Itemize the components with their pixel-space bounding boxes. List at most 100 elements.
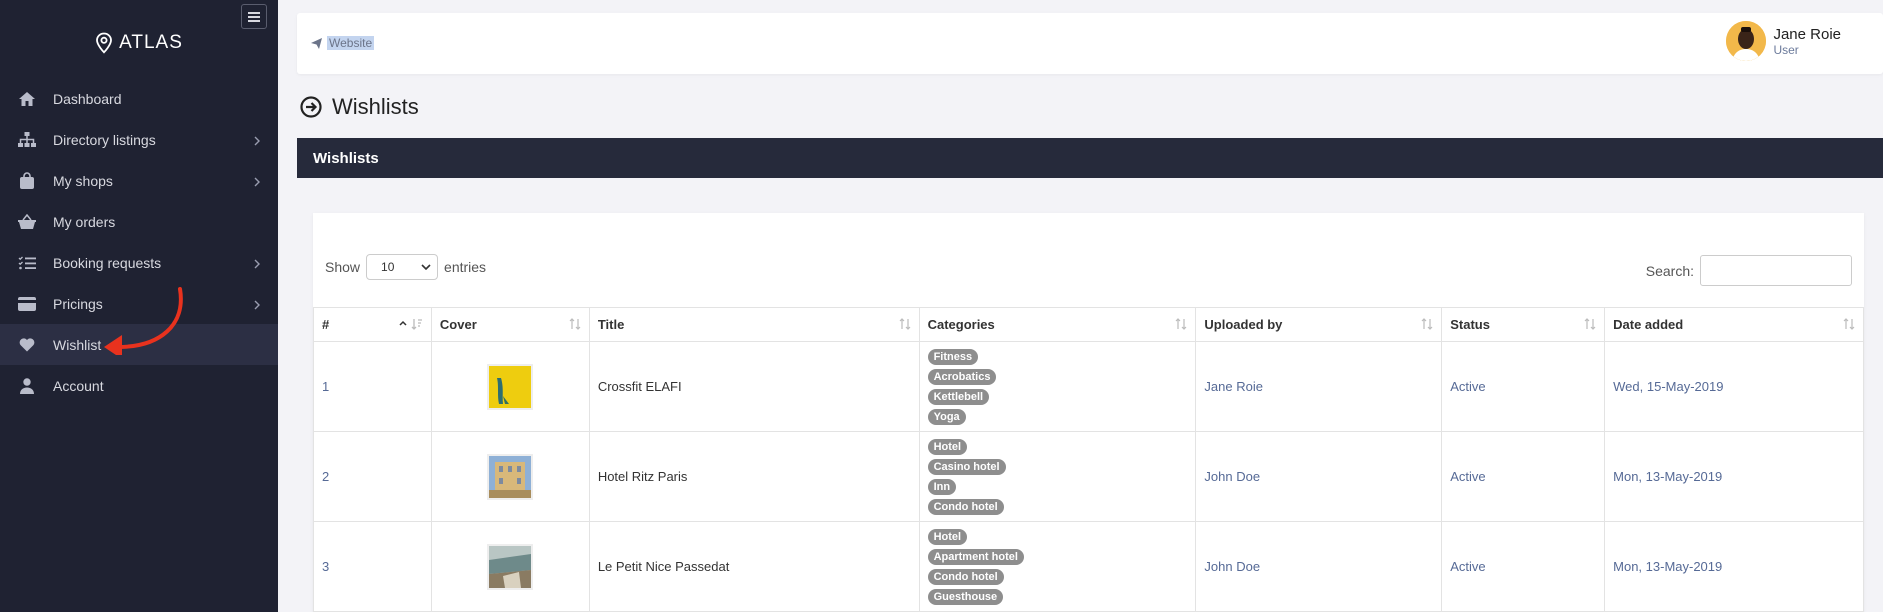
home-icon (17, 89, 37, 109)
list-check-icon (17, 253, 37, 273)
cover-cell (430, 521, 590, 612)
uploaded-by-cell: John Doe (1195, 431, 1443, 522)
sitemap-icon (17, 130, 37, 150)
sort-icon (1421, 318, 1433, 333)
category-badge: Inn (927, 478, 957, 495)
card-header: Wishlists (297, 138, 1883, 178)
sidebar-item-label: Directory listings (53, 131, 156, 148)
chevron-right-icon (254, 133, 260, 149)
category-badge: Casino hotel (927, 458, 1006, 475)
page-title: Wishlists (300, 94, 419, 120)
sidebar-nav: Dashboard Directory listings My shops My… (0, 78, 278, 406)
entries-value: 10 (381, 260, 395, 274)
category-badge: Hotel (927, 528, 968, 545)
title-cell[interactable]: Hotel Ritz Paris (588, 431, 920, 522)
category-badge: Condo hotel (927, 498, 1004, 515)
uploaded-by-cell: John Doe (1195, 521, 1443, 612)
column-header-num[interactable]: # (313, 307, 432, 342)
chevron-down-icon (421, 264, 431, 270)
search-input[interactable] (1700, 255, 1852, 286)
category-badge: Condo hotel (927, 568, 1004, 585)
categories-cell: Hotel Casino hotel Inn Condo hotel (918, 431, 1197, 522)
cover-cell (430, 431, 590, 522)
title-cell[interactable]: Crossfit ELAFI (588, 341, 920, 432)
column-header-cover[interactable]: Cover (430, 307, 590, 342)
sidebar-item-my-orders[interactable]: My orders (0, 201, 278, 242)
category-badge: Guesthouse (927, 588, 1004, 605)
basket-icon (17, 212, 37, 232)
sort-icon (899, 318, 911, 333)
entries-select[interactable]: 10 (366, 254, 439, 280)
cover-image (487, 543, 534, 590)
table-header-row: # Cover Title Categories Uploaded by Sta… (313, 307, 1864, 342)
sort-icon (1584, 318, 1596, 333)
table-row[interactable]: 2 Hotel Ritz Paris Hotel Casino hotel In… (313, 431, 1864, 522)
table-row[interactable]: 1 Crossfit ELAFI Fitness Acrobatics Kett… (313, 341, 1864, 432)
sort-asc-icon (397, 318, 423, 333)
column-header-uploaded-by[interactable]: Uploaded by (1195, 307, 1443, 342)
category-badge: Yoga (927, 408, 966, 425)
annotation-arrow (104, 287, 183, 355)
date-added-cell: Wed, 15-May-2019 (1604, 341, 1864, 432)
column-header-categories[interactable]: Categories (918, 307, 1197, 342)
card-body: Show 10 entries Search: # Cover Title Ca… (297, 178, 1883, 612)
category-badge: Fitness (927, 348, 979, 365)
topbar: Website Jane Roie User (297, 13, 1883, 74)
search-label: Search: (1645, 262, 1694, 279)
show-entries: Show 10 entries (325, 254, 486, 280)
sidebar-item-dashboard[interactable]: Dashboard (0, 78, 278, 119)
wishlist-table: # Cover Title Categories Uploaded by Sta… (313, 307, 1864, 612)
website-link-label: Website (327, 36, 375, 50)
column-header-status[interactable]: Status (1441, 307, 1606, 342)
sidebar-toggle-button[interactable] (241, 4, 267, 29)
column-header-title[interactable]: Title (588, 307, 920, 342)
sort-icon (569, 318, 581, 333)
brand-logo[interactable]: ATLAS (0, 32, 278, 54)
cover-image (487, 453, 534, 500)
chevron-right-icon (254, 174, 260, 190)
sort-icon (1843, 318, 1855, 333)
sidebar-item-label: My orders (53, 213, 116, 230)
row-number: 3 (313, 521, 432, 612)
table-container: Show 10 entries Search: # Cover Title Ca… (313, 213, 1864, 612)
date-added-cell: Mon, 13-May-2019 (1604, 431, 1864, 522)
sidebar-item-label: Pricings (53, 295, 103, 312)
title-cell[interactable]: Le Petit Nice Passedat (588, 521, 920, 612)
website-link[interactable]: Website (311, 36, 375, 50)
categories-cell: Hotel Apartment hotel Condo hotel Guesth… (918, 521, 1197, 612)
column-header-date-added[interactable]: Date added (1604, 307, 1864, 342)
table-row[interactable]: 3 Le Petit Nice Passedat Hotel Apartment… (313, 521, 1864, 612)
heart-icon (17, 335, 37, 355)
sidebar-item-my-shops[interactable]: My shops (0, 160, 278, 201)
credit-card-icon (17, 294, 37, 314)
hamburger-icon (248, 11, 260, 22)
sidebar-item-label: Dashboard (53, 90, 122, 107)
row-number: 2 (313, 431, 432, 522)
sidebar-item-booking-requests[interactable]: Booking requests (0, 242, 278, 283)
sidebar-item-directory-listings[interactable]: Directory listings (0, 119, 278, 160)
sidebar-item-label: Wishlist (53, 336, 102, 353)
entries-label: entries (444, 259, 487, 275)
show-label: Show (325, 259, 361, 275)
category-badge: Kettlebell (927, 388, 990, 405)
user-menu[interactable]: Jane Roie User (1726, 21, 1841, 61)
row-number: 1 (313, 341, 432, 432)
category-badge: Acrobatics (927, 368, 997, 385)
uploaded-by-cell: Jane Roie (1195, 341, 1443, 432)
brand-name: ATLAS (119, 32, 183, 53)
paper-plane-icon (311, 37, 322, 49)
status-cell: Active (1441, 521, 1606, 612)
cover-image (487, 363, 534, 410)
sort-icon (1175, 318, 1187, 333)
user-info: Jane Roie User (1773, 26, 1841, 57)
user-name: Jane Roie (1773, 25, 1841, 43)
status-cell: Active (1441, 341, 1606, 432)
sidebar-item-label: My shops (53, 172, 113, 189)
avatar (1726, 21, 1767, 61)
shopping-bag-icon (17, 171, 37, 191)
user-role: User (1773, 42, 1799, 57)
sidebar-item-account[interactable]: Account (0, 365, 278, 406)
category-badge: Apartment hotel (927, 548, 1024, 565)
search: Search: (1646, 255, 1852, 286)
chevron-right-icon (254, 297, 260, 313)
